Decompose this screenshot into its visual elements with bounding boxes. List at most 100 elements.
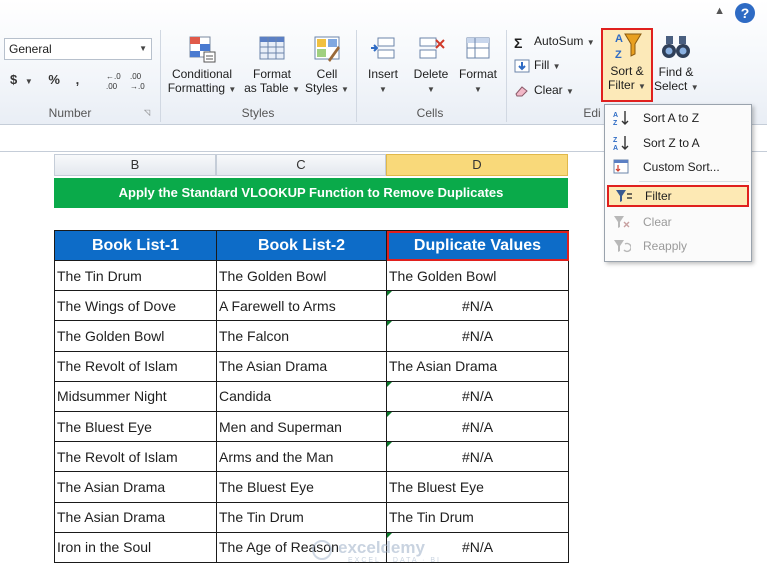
- cell-book-list-1[interactable]: The Bluest Eye: [54, 410, 217, 443]
- format-button[interactable]: Format ▼: [456, 34, 500, 97]
- percent-format-button[interactable]: %: [48, 72, 60, 87]
- conditional-formatting-icon: [189, 36, 216, 63]
- clear-button[interactable]: Clear ▼: [514, 83, 574, 98]
- menu-reapply[interactable]: Reapply: [607, 235, 749, 257]
- cell-book-list-2[interactable]: Candida: [216, 380, 387, 412]
- format-cells-icon: [466, 37, 490, 59]
- cell-book-list-2[interactable]: The Tin Drum: [216, 501, 387, 533]
- chevron-down-icon: ▼: [139, 44, 147, 53]
- cell-duplicate-value[interactable]: The Bluest Eye: [386, 471, 569, 503]
- cell-duplicate-value[interactable]: #N/A: [386, 380, 569, 412]
- column-header-c[interactable]: C: [216, 154, 386, 176]
- conditional-formatting-button[interactable]: Conditional Formatting ▼: [166, 34, 238, 97]
- cell-book-list-1[interactable]: The Tin Drum: [54, 259, 217, 292]
- dialog-launcher-icon[interactable]: ◹: [144, 108, 150, 117]
- menu-clear[interactable]: Clear: [607, 211, 749, 233]
- svg-text:.00: .00: [106, 82, 118, 91]
- svg-text:A: A: [613, 112, 618, 119]
- currency-format-button[interactable]: $: [10, 72, 17, 87]
- autosum-button[interactable]: Σ AutoSum ▼: [514, 34, 595, 51]
- menu-sort-z-to-a[interactable]: Z A Sort Z to A: [607, 132, 749, 154]
- cell-book-list-2[interactable]: The Golden Bowl: [216, 259, 387, 292]
- header-book-list-2[interactable]: Book List-2: [216, 230, 387, 261]
- cell-styles-label: Cell: [316, 67, 338, 81]
- table-row: The Asian Drama The Bluest Eye The Bluest …: [54, 471, 569, 503]
- menu-clear-label: Clear: [643, 215, 672, 229]
- decimal-buttons[interactable]: ←.0 .00 .00 →.0: [104, 70, 152, 92]
- conditional-formatting-label: Conditional: [171, 67, 233, 81]
- insert-button[interactable]: Insert ▼: [362, 34, 404, 97]
- table-row: The Revolt of Islam Arms and the Man #N/A: [54, 441, 569, 473]
- cell-duplicate-value[interactable]: #N/A: [386, 290, 569, 322]
- cell-styles-button[interactable]: Cell Styles ▼: [304, 34, 350, 97]
- cell-book-list-1[interactable]: The Revolt of Islam: [54, 441, 217, 473]
- cell-styles-label-2: Styles: [305, 81, 338, 95]
- watermark-tagline: EXCEL · DATA · BI: [348, 557, 441, 564]
- group-label-styles: Styles: [241, 106, 275, 120]
- chevron-down-icon: ▼: [474, 85, 482, 94]
- cell-book-list-1[interactable]: The Asian Drama: [54, 471, 217, 503]
- format-as-table-label-2: as Table: [244, 81, 289, 95]
- sheet-title[interactable]: Apply the Standard VLOOKUP Function to R…: [54, 178, 568, 208]
- cell-book-list-2[interactable]: The Falcon: [216, 320, 387, 352]
- group-label-number: Number: [48, 106, 92, 120]
- group-divider: [506, 30, 507, 122]
- format-as-table-button[interactable]: Format as Table ▼: [244, 34, 300, 97]
- menu-custom-sort[interactable]: Custom Sort...: [607, 156, 749, 178]
- cell-book-list-2[interactable]: Arms and the Man: [216, 441, 387, 473]
- table-header-row: Book List-1 Book List-2 Duplicate Values: [54, 230, 569, 261]
- cell-book-list-1[interactable]: The Wings of Dove: [54, 290, 217, 322]
- svg-text:→.0: →.0: [130, 82, 145, 91]
- find-select-button[interactable]: Find & Select ▼: [654, 32, 699, 95]
- cell-duplicate-value[interactable]: #N/A: [386, 410, 569, 443]
- table-row: The Wings of Dove A Farewell to Arms #N/A: [54, 290, 569, 322]
- table-row: The Asian Drama The Tin Drum The Tin Drum: [54, 501, 569, 533]
- autosum-label: AutoSum: [534, 34, 584, 48]
- cell-book-list-1[interactable]: The Revolt of Islam: [54, 350, 217, 382]
- sort-filter-label-2: Filter: [608, 78, 635, 92]
- cell-duplicate-value[interactable]: The Golden Bowl: [386, 259, 569, 292]
- cell-duplicate-value[interactable]: The Asian Drama: [386, 350, 569, 382]
- chevron-down-icon: ▼: [228, 85, 237, 94]
- help-icon[interactable]: ?: [735, 3, 755, 23]
- svg-text:A: A: [613, 145, 618, 151]
- header-book-list-1[interactable]: Book List-1: [54, 230, 217, 261]
- cell-duplicate-value[interactable]: #N/A: [386, 320, 569, 352]
- delete-label: Delete: [413, 67, 449, 81]
- column-header-d[interactable]: D: [386, 154, 568, 176]
- fill-button[interactable]: Fill ▼: [514, 58, 561, 73]
- chevron-down-icon: ▼: [341, 85, 349, 94]
- cell-book-list-1[interactable]: Midsummer Night: [54, 380, 217, 412]
- menu-sort-a-to-z[interactable]: A Z Sort A to Z: [607, 107, 749, 129]
- group-divider: [160, 30, 161, 122]
- cell-book-list-2[interactable]: Men and Superman: [216, 410, 387, 443]
- cell-book-list-2[interactable]: The Asian Drama: [216, 350, 387, 382]
- cell-book-list-2[interactable]: A Farewell to Arms: [216, 290, 387, 322]
- cell-book-list-1[interactable]: The Asian Drama: [54, 501, 217, 533]
- cell-book-list-2[interactable]: The Bluest Eye: [216, 471, 387, 503]
- group-label-editing: Edi: [583, 106, 601, 120]
- column-header-b[interactable]: B: [54, 154, 216, 176]
- cell-book-list-1[interactable]: Iron in the Soul: [54, 531, 217, 563]
- chevron-down-icon[interactable]: ▼: [25, 77, 33, 86]
- find-select-label: Find &: [658, 65, 694, 79]
- format-as-table-label: Format: [252, 67, 291, 81]
- header-duplicate-values[interactable]: Duplicate Values: [386, 230, 569, 261]
- group-divider: [356, 30, 357, 122]
- menu-sort-z-to-a-label: Sort Z to A: [643, 136, 700, 150]
- fill-label: Fill: [534, 58, 550, 72]
- collapse-ribbon-icon[interactable]: ▲: [714, 5, 725, 17]
- sigma-icon: Σ: [514, 34, 523, 51]
- clear-label: Clear: [534, 83, 563, 97]
- cell-duplicate-value[interactable]: The Tin Drum: [386, 501, 569, 533]
- cell-duplicate-value[interactable]: #N/A: [386, 441, 569, 473]
- chevron-down-icon: ▼: [427, 85, 435, 94]
- table-row: Midsummer Night Candida #N/A: [54, 380, 569, 412]
- comma-format-button[interactable]: ,: [76, 72, 80, 87]
- number-format-select[interactable]: General ▼: [4, 38, 152, 60]
- menu-divider: [639, 181, 749, 182]
- delete-button[interactable]: Delete ▼: [408, 34, 454, 97]
- menu-filter[interactable]: Filter: [607, 185, 749, 207]
- sort-filter-button[interactable]: A Z Sort & Filter ▼: [601, 28, 653, 102]
- cell-book-list-1[interactable]: The Golden Bowl: [54, 320, 217, 352]
